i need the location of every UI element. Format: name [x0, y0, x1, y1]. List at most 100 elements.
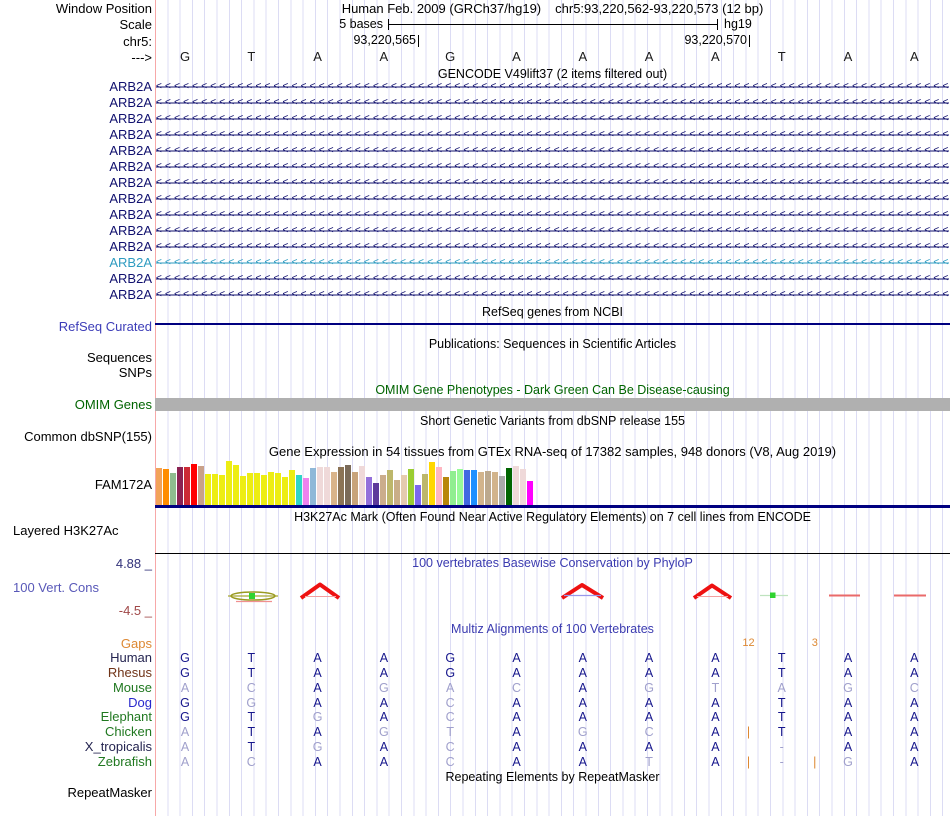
gene-row-label[interactable]: ARB2A	[0, 127, 152, 142]
gene-row-label[interactable]: ARB2A	[0, 239, 152, 254]
gtex-tissue-bar[interactable]	[415, 485, 421, 505]
gtex-tissue-bar[interactable]	[282, 477, 288, 505]
species-label[interactable]: Dog	[0, 695, 152, 710]
gene-row-label[interactable]: ARB2A	[0, 111, 152, 126]
gtex-tissue-bar[interactable]	[310, 468, 316, 505]
gtex-tissue-bar[interactable]	[380, 475, 386, 505]
gtex-tissue-bar[interactable]	[387, 470, 393, 505]
gtex-tissue-bar[interactable]	[240, 476, 246, 505]
species-label[interactable]: Human	[0, 650, 152, 665]
gtex-tissue-bar[interactable]	[184, 467, 190, 505]
gtex-tissue-bar[interactable]	[408, 469, 414, 505]
gtex-tissue-bar[interactable]	[226, 461, 232, 505]
gtex-tissue-bar[interactable]	[478, 472, 484, 505]
gtex-gene-label[interactable]: FAM172A	[0, 477, 152, 492]
gtex-tissue-bar[interactable]	[205, 474, 211, 505]
species-label[interactable]: Zebrafish	[0, 754, 152, 769]
omim-genes-bar[interactable]	[155, 398, 950, 411]
gene-row-label[interactable]: ARB2A	[0, 79, 152, 94]
gtex-tissue-bar[interactable]	[170, 473, 176, 505]
gene-row-label[interactable]: ARB2A	[0, 287, 152, 302]
gene-row-line[interactable]: <<<<<<<<<<<<<<<<<<<<<<<<<<<<<<<<<<<<<<<<…	[156, 159, 949, 175]
gtex-tissue-bar[interactable]	[268, 472, 274, 505]
gaps-row-label[interactable]: Gaps	[0, 636, 152, 651]
gene-row-line[interactable]: <<<<<<<<<<<<<<<<<<<<<<<<<<<<<<<<<<<<<<<<…	[156, 95, 949, 111]
gtex-tissue-bar[interactable]	[275, 473, 281, 505]
refseq-curated-item-line[interactable]	[155, 323, 950, 325]
gtex-tissue-bar[interactable]	[303, 478, 309, 505]
repeatmasker-label[interactable]: RepeatMasker	[0, 785, 152, 800]
gene-row-label[interactable]: ARB2A	[0, 143, 152, 158]
gtex-tissue-bar[interactable]	[345, 465, 351, 505]
gtex-tissue-bar[interactable]	[331, 472, 337, 505]
gtex-tissue-bar[interactable]	[429, 462, 435, 505]
gtex-tissue-bar[interactable]	[373, 483, 379, 505]
gtex-tissue-bar[interactable]	[471, 470, 477, 505]
gene-row-line[interactable]: <<<<<<<<<<<<<<<<<<<<<<<<<<<<<<<<<<<<<<<<…	[156, 207, 949, 223]
species-label[interactable]: Rhesus	[0, 665, 152, 680]
gene-row-line[interactable]: <<<<<<<<<<<<<<<<<<<<<<<<<<<<<<<<<<<<<<<<…	[156, 175, 949, 191]
gtex-tissue-bar[interactable]	[492, 472, 498, 505]
gtex-tissue-bar[interactable]	[212, 474, 218, 505]
gtex-tissue-bar[interactable]	[247, 473, 253, 505]
gtex-tissue-bar[interactable]	[394, 480, 400, 505]
gtex-tissue-bar[interactable]	[450, 471, 456, 505]
gtex-tissue-bar[interactable]	[359, 466, 365, 505]
species-label[interactable]: Elephant	[0, 709, 152, 724]
gtex-tissue-bar[interactable]	[261, 475, 267, 505]
species-label[interactable]: Mouse	[0, 680, 152, 695]
gtex-tissue-bar[interactable]	[338, 467, 344, 505]
gene-row-line[interactable]: <<<<<<<<<<<<<<<<<<<<<<<<<<<<<<<<<<<<<<<<…	[156, 111, 949, 127]
gene-row-line[interactable]: <<<<<<<<<<<<<<<<<<<<<<<<<<<<<<<<<<<<<<<<…	[156, 255, 949, 271]
gene-row-label[interactable]: ARB2A	[0, 207, 152, 222]
gene-row-line[interactable]: <<<<<<<<<<<<<<<<<<<<<<<<<<<<<<<<<<<<<<<<…	[156, 223, 949, 239]
refseq-curated-label[interactable]: RefSeq Curated	[0, 319, 152, 334]
gene-row-label[interactable]: ARB2A	[0, 271, 152, 286]
conservation-track-label[interactable]: 100 Vert. Cons	[13, 580, 99, 595]
gtex-tissue-bar[interactable]	[191, 464, 197, 505]
gtex-tissue-bar[interactable]	[527, 481, 533, 505]
gene-row-label[interactable]: ARB2A	[0, 255, 152, 270]
gtex-tissue-bar[interactable]	[198, 466, 204, 505]
gene-row-line[interactable]: <<<<<<<<<<<<<<<<<<<<<<<<<<<<<<<<<<<<<<<<…	[156, 271, 949, 287]
gene-row-label[interactable]: ARB2A	[0, 191, 152, 206]
gtex-tissue-bar[interactable]	[520, 469, 526, 505]
gtex-tissue-bar[interactable]	[352, 472, 358, 505]
gene-row-line[interactable]: <<<<<<<<<<<<<<<<<<<<<<<<<<<<<<<<<<<<<<<<…	[156, 239, 949, 255]
gtex-tissue-bar[interactable]	[177, 467, 183, 505]
gtex-tissue-bar[interactable]	[422, 474, 428, 505]
gene-row-label[interactable]: ARB2A	[0, 223, 152, 238]
species-label[interactable]: Chicken	[0, 724, 152, 739]
gene-row-line[interactable]: <<<<<<<<<<<<<<<<<<<<<<<<<<<<<<<<<<<<<<<<…	[156, 127, 949, 143]
gtex-tissue-bar[interactable]	[506, 468, 512, 505]
gene-row-label[interactable]: ARB2A	[0, 95, 152, 110]
gtex-tissue-bar[interactable]	[443, 477, 449, 505]
snps-label[interactable]: SNPs	[0, 365, 152, 380]
gene-row-label[interactable]: ARB2A	[0, 175, 152, 190]
gtex-tissue-bar[interactable]	[401, 475, 407, 505]
gtex-tissue-bar[interactable]	[436, 467, 442, 505]
gtex-tissue-bar[interactable]	[219, 475, 225, 505]
gene-row-line[interactable]: <<<<<<<<<<<<<<<<<<<<<<<<<<<<<<<<<<<<<<<<…	[156, 143, 949, 159]
gtex-tissue-bar[interactable]	[296, 475, 302, 505]
gene-row-label[interactable]: ARB2A	[0, 159, 152, 174]
gtex-tissue-bar[interactable]	[513, 466, 519, 505]
species-label[interactable]: X_tropicalis	[0, 739, 152, 754]
gtex-tissue-bar[interactable]	[485, 471, 491, 505]
gene-row-line[interactable]: <<<<<<<<<<<<<<<<<<<<<<<<<<<<<<<<<<<<<<<<…	[156, 79, 949, 95]
gtex-tissue-bar[interactable]	[464, 470, 470, 505]
layered-h3k27ac-label[interactable]: Layered H3K27Ac	[13, 523, 119, 538]
gtex-tissue-bar[interactable]	[324, 467, 330, 505]
gtex-tissue-bar[interactable]	[457, 469, 463, 505]
gtex-tissue-bar[interactable]	[499, 476, 505, 505]
conservation-wiggle[interactable]	[155, 575, 950, 615]
gtex-tissue-bar[interactable]	[317, 467, 323, 505]
gtex-tissue-bar[interactable]	[254, 473, 260, 505]
gtex-tissue-bar[interactable]	[233, 465, 239, 505]
common-dbsnp-label[interactable]: Common dbSNP(155)	[0, 429, 152, 444]
omim-genes-label[interactable]: OMIM Genes	[0, 397, 152, 412]
gene-row-line[interactable]: <<<<<<<<<<<<<<<<<<<<<<<<<<<<<<<<<<<<<<<<…	[156, 287, 949, 303]
gtex-tissue-bar[interactable]	[163, 469, 169, 505]
gtex-tissue-bar[interactable]	[289, 470, 295, 505]
sequences-label[interactable]: Sequences	[0, 350, 152, 365]
